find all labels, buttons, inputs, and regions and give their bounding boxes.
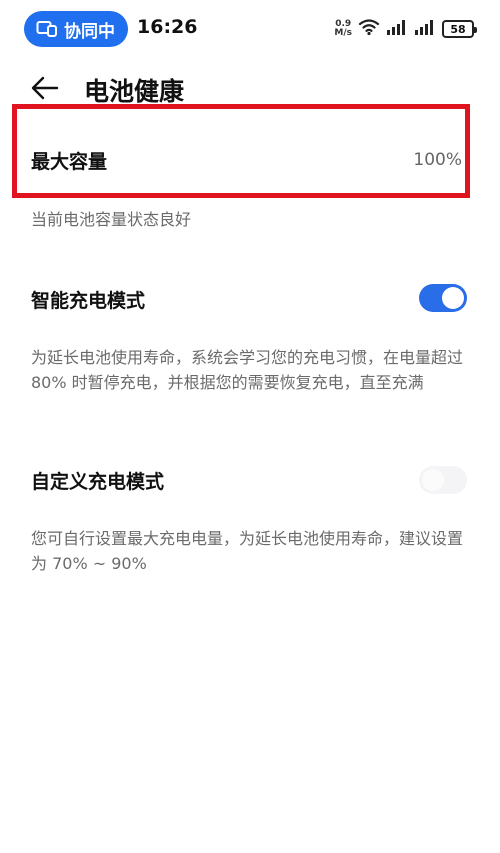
custom-charging-label: 自定义充电模式 (31, 471, 165, 493)
cellular-signal-icon (386, 18, 408, 40)
toggle-knob (442, 287, 464, 309)
page-title: 电池健康 (84, 77, 185, 106)
battery-indicator: 58 (442, 20, 477, 38)
status-icons: 0.9 M/s 58 (334, 16, 477, 42)
smart-charging-label: 智能充电模式 (31, 290, 146, 312)
capacity-status-text: 当前电池容量状态良好 (31, 210, 192, 229)
back-arrow-icon[interactable] (30, 74, 60, 102)
toggle-knob (422, 469, 444, 491)
max-capacity-value: 100% (413, 150, 462, 170)
max-capacity-label: 最大容量 (31, 151, 108, 173)
network-speed-unit: M/s (334, 28, 352, 38)
collaboration-pill[interactable]: 协同中 (24, 11, 128, 47)
custom-charging-description: 您可自行设置最大充电电量，为延长电池使用寿命，建议设置为 70% ~ 90% (31, 529, 464, 573)
custom-charging-toggle[interactable] (419, 466, 467, 494)
network-speed: 0.9 M/s (334, 20, 352, 38)
collaboration-label: 协同中 (64, 21, 115, 42)
multi-device-icon (36, 20, 58, 38)
wifi-icon (358, 18, 380, 40)
smart-charging-toggle[interactable] (419, 284, 467, 312)
smart-charging-description: 为延长电池使用寿命，系统会学习您的充电习惯，在电量超过 80% 时暂停充电，并根… (31, 348, 464, 392)
cellular-signal-icon-2 (414, 18, 436, 40)
status-bar: 协同中 16:26 0.9 M/s 58 (0, 0, 500, 58)
clock: 16:26 (137, 16, 198, 38)
